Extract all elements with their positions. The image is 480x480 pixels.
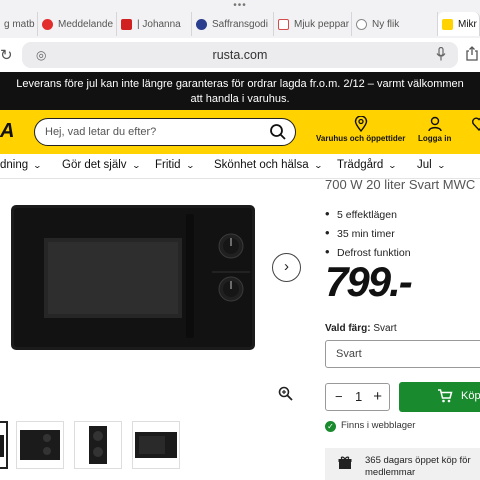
tab-label: Saffransgodi xyxy=(212,18,268,30)
stock-text: Finns i webblager xyxy=(341,420,416,431)
zoom-icon[interactable] xyxy=(278,386,293,404)
search-icon[interactable] xyxy=(269,123,287,141)
nav-label: Jul xyxy=(417,159,432,171)
tab-label: g matb xyxy=(4,18,35,30)
tab-4[interactable]: Mjuk peppar xyxy=(274,12,352,36)
chevron-down-icon: ⌄ xyxy=(436,161,446,170)
tab-6-active[interactable]: Mikr xyxy=(438,12,480,36)
tab-label: Mikr xyxy=(458,18,477,30)
tab-label: | Johanna xyxy=(137,18,181,30)
member-line-1: 365 dagars öppet köp för xyxy=(365,455,471,466)
quantity-value[interactable]: 1 xyxy=(355,389,362,404)
feature-list: 5 effektlägen 35 min timer Defrost funkt… xyxy=(325,205,411,262)
tab-label: Ny flik xyxy=(372,18,400,30)
announcement-line-2: att handla i varuhus. xyxy=(190,93,290,105)
thumbnail-1[interactable] xyxy=(0,421,8,469)
buy-label: Köp xyxy=(461,390,480,402)
tab-label: Meddelande xyxy=(58,18,114,30)
tab-strip: g matb Meddelande | Johanna Saffransgodi… xyxy=(0,12,480,36)
url-text: rusta.com xyxy=(212,48,268,62)
window-handle-icon[interactable]: ••• xyxy=(0,1,480,11)
chevron-right-icon: › xyxy=(284,258,289,275)
search-input[interactable] xyxy=(45,122,265,142)
gift-icon xyxy=(338,456,352,469)
nav-label: Fritid xyxy=(155,159,181,171)
cart-icon xyxy=(438,389,453,403)
login-label: Logga in xyxy=(418,134,452,143)
address-bar[interactable]: ◎ rusta.com xyxy=(22,42,458,68)
nav-label: dning xyxy=(0,159,29,171)
category-nav: dning ⌄ Gör det själv ⌄ Fritid ⌄ Skönhet oc… xyxy=(0,154,480,179)
site-header: A Varuhus och öppettider Logga in xyxy=(0,110,480,154)
product-price: 799.- xyxy=(325,258,413,305)
location-pin-icon xyxy=(354,116,367,132)
login-link[interactable]: Logga in xyxy=(418,116,451,143)
thumbnail-2[interactable] xyxy=(16,421,64,469)
feature-item: 35 min timer xyxy=(325,224,411,243)
chevron-down-icon: ⌄ xyxy=(185,161,195,170)
microphone-icon[interactable] xyxy=(436,46,446,64)
nav-label: Trädgård xyxy=(337,159,384,171)
nav-item-gor-det-sjalv[interactable]: Gör det själv ⌄ xyxy=(62,159,141,171)
chevron-down-icon: ⌄ xyxy=(387,161,398,170)
stores-label: Varuhus och öppettider xyxy=(316,134,406,143)
chevron-down-icon: ⌄ xyxy=(313,161,323,170)
wishlist-link[interactable] xyxy=(472,116,480,134)
color-label-key: Vald färg: xyxy=(325,323,371,334)
next-image-button[interactable]: › xyxy=(272,253,301,282)
tab-label: Mjuk peppar xyxy=(294,18,350,30)
selected-color-label: Vald färg: Svart xyxy=(325,323,397,334)
announcement-line-1: Leverans före jul kan inte längre garant… xyxy=(16,78,464,90)
site-favicon-icon xyxy=(121,18,132,30)
check-icon: ✓ xyxy=(325,421,336,432)
nav-item-jul[interactable]: Jul ⌄ xyxy=(417,159,446,171)
color-select[interactable]: Svart xyxy=(325,340,480,368)
tab-0[interactable]: g matb xyxy=(0,12,38,36)
nav-item-fritid[interactable]: Fritid ⌄ xyxy=(155,159,195,171)
announcement-banner: Leverans före jul kan inte längre garant… xyxy=(0,72,480,110)
thumbnail-3[interactable] xyxy=(74,421,122,469)
decrease-quantity-button[interactable]: − xyxy=(335,389,343,404)
stock-status: ✓ Finns i webblager xyxy=(325,420,415,432)
tab-2[interactable]: | Johanna xyxy=(117,12,192,36)
nav-item-tradgard[interactable]: Trädgård ⌄ xyxy=(337,159,398,171)
tab-5[interactable]: Ny flik xyxy=(352,12,438,36)
new-tab-favicon-icon xyxy=(356,18,367,30)
color-label-value: Svart xyxy=(373,323,397,334)
thumbnail-4[interactable] xyxy=(132,421,180,469)
buy-button[interactable]: Köp xyxy=(399,382,480,412)
site-favicon-icon xyxy=(196,18,207,30)
feature-item: 5 effektlägen xyxy=(325,205,411,224)
share-icon[interactable] xyxy=(466,46,478,64)
heart-icon xyxy=(472,117,480,132)
member-benefit-box: 365 dagars öppet köp för medlemmar xyxy=(325,448,480,480)
reload-icon[interactable]: ↻ xyxy=(0,46,13,64)
chevron-down-icon: ⌄ xyxy=(131,161,141,170)
quantity-stepper: − 1 + xyxy=(325,383,390,411)
thumbnail-strip xyxy=(0,421,190,469)
chevron-down-icon: ⌄ xyxy=(32,161,43,170)
product-title: 700 W 20 liter Svart MWC xyxy=(325,177,476,192)
nav-label: Gör det själv xyxy=(62,159,127,171)
url-bar-row: ↻ ◎ rusta.com xyxy=(0,38,480,72)
page: ••• g matb Meddelande | Johanna Saffrans… xyxy=(0,0,480,480)
nav-item-inredning[interactable]: dning ⌄ xyxy=(0,159,43,171)
nav-item-skonhet-och-halsa[interactable]: Skönhet och hälsa ⌄ xyxy=(214,159,323,171)
member-line-2: medlemmar xyxy=(365,467,416,478)
site-favicon-icon xyxy=(278,18,289,30)
youtube-favicon-icon xyxy=(42,18,53,30)
tab-3[interactable]: Saffransgodi xyxy=(192,12,274,36)
search-box[interactable] xyxy=(34,118,296,146)
tab-1[interactable]: Meddelande xyxy=(38,12,117,36)
rusta-logo[interactable]: A xyxy=(0,120,14,143)
stores-link[interactable]: Varuhus och öppettider xyxy=(316,116,405,143)
user-icon xyxy=(427,116,442,132)
increase-quantity-button[interactable]: + xyxy=(373,388,382,405)
rusta-favicon-icon xyxy=(442,18,453,30)
nav-label: Skönhet och hälsa xyxy=(214,159,309,171)
browser-chrome: ••• g matb Meddelande | Johanna Saffrans… xyxy=(0,0,480,72)
product-image-microwave[interactable] xyxy=(10,204,256,351)
